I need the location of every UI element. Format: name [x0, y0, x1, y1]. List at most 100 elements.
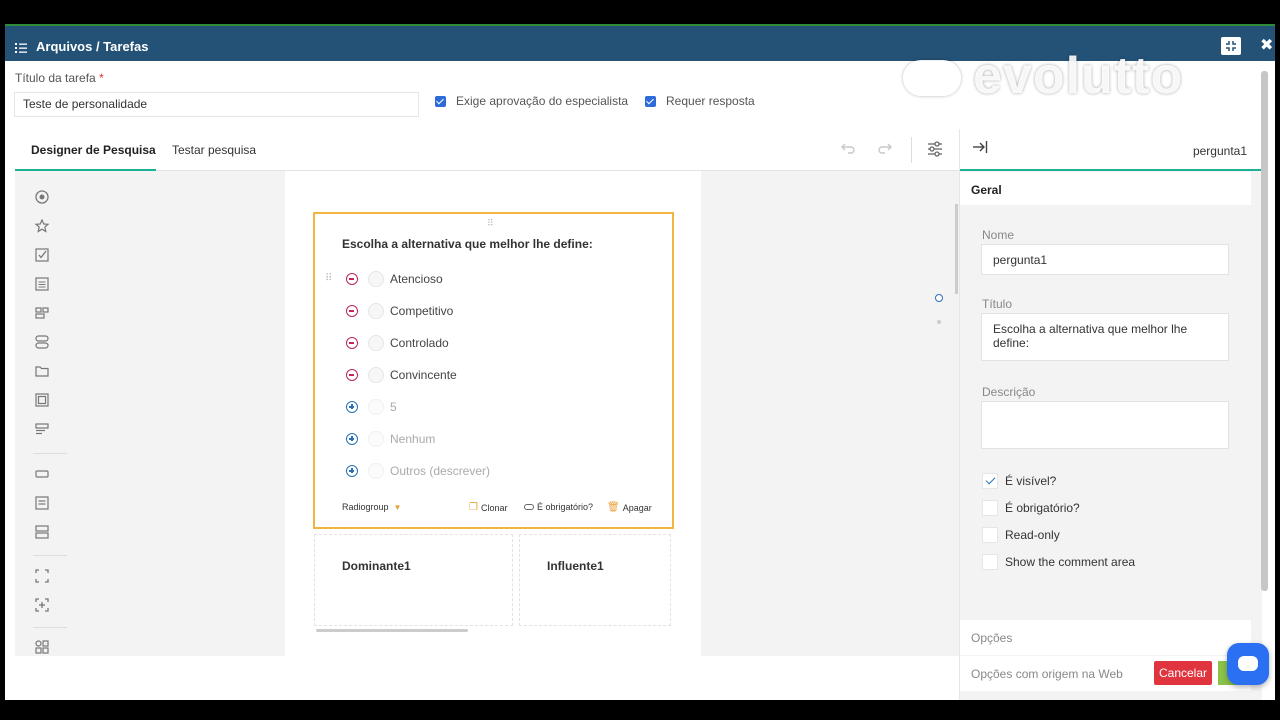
- question-card-dominante[interactable]: Dominante1: [314, 534, 513, 626]
- tab-designer[interactable]: Designer de Pesquisa: [31, 143, 156, 157]
- choice-item[interactable]: Controlado: [346, 335, 449, 351]
- question-type-dropdown[interactable]: Radiogroup ▼: [342, 502, 401, 512]
- checkbox-icon: [982, 527, 998, 543]
- ranking-icon[interactable]: [35, 422, 49, 436]
- trash-icon: 🗑: [607, 502, 620, 513]
- choice-drag-handle-icon[interactable]: ⠿: [325, 273, 332, 284]
- add-choice-item[interactable]: 5: [346, 399, 397, 415]
- text-icon[interactable]: [35, 467, 49, 481]
- canvas-scrollbar[interactable]: [955, 204, 958, 294]
- visible-checkbox[interactable]: É visível?: [982, 473, 1056, 489]
- close-icon[interactable]: ✖: [1260, 35, 1273, 55]
- name-label: Nome: [982, 228, 1015, 242]
- question-toolbox: [15, 171, 285, 656]
- property-grid: pergunta1 Geral Nome pergunta1 Título Es…: [959, 129, 1263, 700]
- toolbox-divider: [33, 453, 67, 454]
- description-label: Descrição: [982, 385, 1036, 399]
- checkbox-icon: [982, 554, 998, 570]
- page-scrollbar[interactable]: [1261, 71, 1268, 591]
- panel-icon[interactable]: [35, 569, 49, 583]
- description-field[interactable]: [981, 401, 1229, 449]
- comment-icon[interactable]: [35, 496, 49, 510]
- choice-item[interactable]: Convincente: [346, 367, 457, 383]
- drag-handle-icon[interactable]: ⠿: [487, 218, 495, 229]
- checkbox-checked-icon: [982, 473, 998, 489]
- required-checkbox[interactable]: É obrigatório?: [982, 500, 1080, 516]
- comment-area-checkbox[interactable]: Show the comment area: [982, 554, 1135, 570]
- remove-choice-icon[interactable]: [346, 305, 358, 317]
- toolbox-divider: [33, 555, 67, 556]
- remove-choice-icon[interactable]: [346, 273, 358, 285]
- radiogroup-icon[interactable]: [35, 190, 49, 204]
- radio-button[interactable]: [368, 271, 384, 287]
- remove-choice-icon[interactable]: [346, 369, 358, 381]
- radio-button[interactable]: [368, 367, 384, 383]
- dropdown-icon[interactable]: [35, 277, 49, 291]
- boolean-icon[interactable]: [35, 335, 49, 349]
- checkbox-icon[interactable]: [35, 248, 49, 262]
- choice-item[interactable]: Competitivo: [346, 303, 453, 319]
- chat-widget-button[interactable]: [1227, 643, 1269, 685]
- page-nav-dot-active[interactable]: [935, 294, 943, 302]
- task-title-input[interactable]: Teste de personalidade: [14, 92, 419, 117]
- clone-button[interactable]: ❐ Clonar: [469, 502, 507, 513]
- list-icon[interactable]: [15, 40, 27, 58]
- choice-item[interactable]: Atencioso: [346, 271, 443, 287]
- task-title-label: Título da tarefa *: [15, 71, 104, 85]
- horizontal-scrollbar[interactable]: [316, 629, 468, 632]
- question-card[interactable]: ⠿ Escolha a alternativa que melhor lhe d…: [313, 212, 674, 529]
- matrix-icon[interactable]: [35, 640, 49, 654]
- paneldynamic-icon[interactable]: [35, 598, 49, 612]
- rating-icon[interactable]: [34, 218, 50, 233]
- file-icon[interactable]: [35, 364, 49, 378]
- fullscreen-button[interactable]: [1221, 37, 1241, 55]
- chat-icon: [1238, 656, 1258, 671]
- toggle-icon: [524, 504, 534, 510]
- question-title[interactable]: Escolha a alternativa que melhor lhe def…: [342, 237, 593, 251]
- remove-choice-icon[interactable]: [346, 337, 358, 349]
- readonly-checkbox[interactable]: Read-only: [982, 527, 1060, 543]
- section-options[interactable]: Opções: [960, 620, 1251, 655]
- checkbox-icon: [982, 500, 998, 516]
- general-section-body: Nome pergunta1 Título Escolha a alternat…: [960, 205, 1251, 619]
- add-other-item[interactable]: Outros (descrever): [346, 463, 490, 479]
- add-choice-icon[interactable]: [346, 433, 358, 445]
- radio-button: [368, 431, 384, 447]
- multipletext-icon[interactable]: [35, 525, 49, 539]
- add-choice-icon[interactable]: [346, 401, 358, 413]
- radio-button: [368, 463, 384, 479]
- imagepicker-icon[interactable]: [35, 393, 49, 407]
- undo-icon[interactable]: [840, 141, 856, 160]
- radio-button[interactable]: [368, 335, 384, 351]
- tagbox-icon[interactable]: [35, 306, 49, 320]
- cancel-button[interactable]: Cancelar: [1154, 661, 1212, 685]
- selected-element-name: pergunta1: [1192, 144, 1247, 158]
- tab-test[interactable]: Testar pesquisa: [172, 143, 256, 157]
- page-nav-dot[interactable]: [937, 320, 941, 324]
- brand-logo: evolutto: [973, 47, 1184, 105]
- app-window: Arquivos / Tarefas ✖ evolutto Título da …: [5, 24, 1275, 700]
- radio-button: [368, 399, 384, 415]
- toolbox-divider: [33, 627, 67, 628]
- toolbar-divider: [911, 137, 912, 163]
- settings-icon[interactable]: [927, 141, 943, 162]
- property-grid-header: pergunta1: [960, 129, 1263, 171]
- designer-tabs: Designer de Pesquisa Testar pesquisa: [15, 129, 959, 171]
- add-none-item[interactable]: Nenhum: [346, 431, 435, 447]
- collapse-panel-icon[interactable]: [972, 140, 988, 159]
- add-choice-icon[interactable]: [346, 465, 358, 477]
- section-general[interactable]: Geral: [960, 172, 1251, 207]
- reply-checkbox[interactable]: Requer resposta: [645, 94, 755, 108]
- name-field[interactable]: pergunta1: [981, 244, 1229, 275]
- redo-icon[interactable]: [877, 141, 893, 160]
- required-toggle-button[interactable]: É obrigatório?: [524, 502, 593, 512]
- title-field[interactable]: Escolha a alternativa que melhor lhe def…: [981, 313, 1229, 361]
- title-label: Título: [982, 297, 1013, 311]
- brand-logo-mark: [903, 60, 961, 96]
- chevron-down-icon: ▼: [393, 502, 402, 512]
- approval-checkbox[interactable]: Exige aprovação do especialista: [435, 94, 628, 108]
- checkbox-checked-icon: [645, 95, 656, 107]
- question-card-influente[interactable]: Influente1: [519, 534, 671, 626]
- delete-button[interactable]: 🗑 Apagar: [607, 502, 652, 513]
- radio-button[interactable]: [368, 303, 384, 319]
